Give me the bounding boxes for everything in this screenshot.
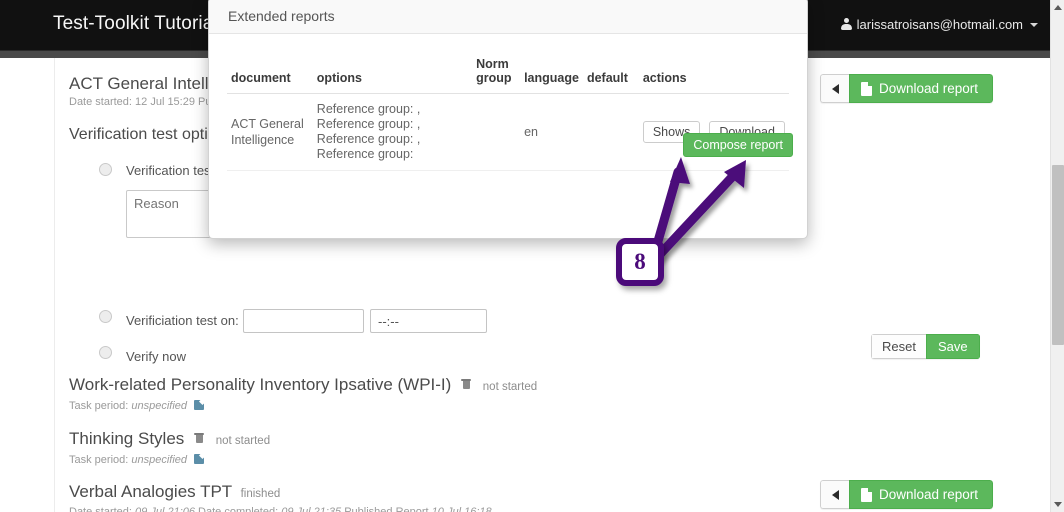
- option-line: Reference group: ,: [316, 117, 421, 131]
- verification-time-input[interactable]: [370, 309, 487, 333]
- form-actions-group[interactable]: Reset Save: [871, 334, 980, 359]
- radio-verify-now[interactable]: [99, 346, 112, 359]
- extended-reports-modal: Extended reports document options Norm g…: [208, 0, 808, 239]
- compose-report-button[interactable]: Compose report: [683, 133, 793, 157]
- test-meta-wpi: Task period: unspecified: [69, 400, 205, 412]
- test-title-wpi: Work-related Personality Inventory Ipsat…: [69, 375, 452, 394]
- column-header-options: options: [312, 52, 473, 94]
- table-header-row: document options Norm group language def…: [227, 52, 789, 94]
- test-row-verbal-analogies: Verbal Analogies TPT finished: [69, 482, 280, 502]
- prev-report-button-top[interactable]: [820, 74, 849, 103]
- test-meta-thinking-styles: Task period: unspecified: [69, 454, 205, 466]
- download-report-label-top: Download report: [879, 81, 979, 96]
- test-status-verbal-analogies: finished: [240, 488, 281, 500]
- chevron-left-icon: [831, 489, 839, 500]
- download-report-group-bottom[interactable]: Download report: [820, 480, 994, 509]
- download-report-group-top[interactable]: Download report: [820, 74, 994, 103]
- chevron-down-icon: [1030, 22, 1038, 27]
- test-meta-verbal-analogies: Date started: 09 Jul 21:06 Date complete…: [69, 506, 492, 512]
- download-report-label-bottom: Download report: [879, 487, 979, 502]
- table-row: ACT General Intelligence Reference group…: [227, 93, 789, 171]
- scrollbar-thumb[interactable]: [1052, 165, 1064, 345]
- trash-icon[interactable]: [194, 431, 205, 443]
- content-left-divider: [54, 58, 55, 512]
- scroll-down-arrow-icon[interactable]: [1054, 502, 1062, 507]
- modal-body: document options Norm group language def…: [209, 34, 807, 171]
- modal-title: Extended reports: [228, 7, 335, 24]
- verification-date-input[interactable]: [243, 309, 364, 333]
- app-root: Test-Toolkit Tutorial larissatroisans@ho…: [0, 0, 1064, 512]
- download-report-button-top[interactable]: Download report: [849, 74, 994, 103]
- option-line: Reference group:: [316, 147, 414, 161]
- cell-actions: Shows Download: [638, 93, 789, 171]
- prev-report-button-bottom[interactable]: [820, 480, 849, 509]
- column-header-actions: actions: [638, 52, 789, 94]
- cell-norm-group: [472, 93, 521, 171]
- chevron-left-icon: [831, 83, 839, 94]
- modal-header: Extended reports: [209, 0, 807, 34]
- current-test-meta: Date started: 12 Jul 15:29 Publ: [69, 96, 221, 108]
- user-menu[interactable]: larissatroisans@hotmail.com: [840, 17, 1038, 32]
- test-title-thinking-styles: Thinking Styles: [69, 429, 185, 448]
- test-row-wpi: Work-related Personality Inventory Ipsat…: [69, 375, 537, 395]
- cell-default: [582, 93, 639, 171]
- test-status-wpi: not started: [482, 381, 538, 393]
- column-header-default: default: [582, 52, 639, 94]
- radio-label-verification-test: Verification test: [126, 163, 215, 178]
- task-period-label-wpi: Task period:: [69, 400, 129, 412]
- cell-document: ACT General Intelligence: [227, 93, 313, 171]
- va-published-label: Published Report: [344, 506, 429, 512]
- radio-verification-test-on[interactable]: [99, 310, 112, 323]
- radio-label-verification-test-on: Verificiation test on:: [126, 313, 239, 328]
- va-published-value: 10 Jul 16:18: [431, 506, 492, 512]
- user-email-label: larissatroisans@hotmail.com: [856, 17, 1023, 32]
- download-report-button-bottom[interactable]: Download report: [849, 480, 994, 509]
- edit-icon[interactable]: [194, 400, 205, 410]
- column-header-language: language: [520, 52, 583, 94]
- app-brand-title: Test-Toolkit Tutorial: [53, 13, 218, 34]
- cell-language: en: [520, 93, 583, 171]
- test-status-thinking-styles: not started: [215, 435, 271, 447]
- task-period-label-ts: Task period:: [69, 454, 129, 466]
- column-header-document: document: [227, 52, 313, 94]
- scroll-up-arrow-icon[interactable]: [1054, 5, 1062, 10]
- radio-label-verify-now: Verify now: [126, 349, 186, 364]
- column-header-norm-group: Norm group: [472, 52, 521, 94]
- edit-icon[interactable]: [194, 454, 205, 464]
- page-scrollbar[interactable]: [1050, 0, 1064, 512]
- option-line: Reference group: ,: [316, 132, 421, 146]
- va-completed-value: 09 Jul 21:35: [281, 506, 342, 512]
- file-icon: [861, 487, 872, 502]
- user-icon: [840, 18, 852, 31]
- va-completed-label: Date completed:: [198, 506, 279, 512]
- reset-button[interactable]: Reset: [871, 334, 926, 359]
- task-period-value-wpi: unspecified: [131, 400, 188, 412]
- task-period-value-ts: unspecified: [131, 454, 188, 466]
- test-title-verbal-analogies: Verbal Analogies TPT: [69, 482, 232, 501]
- save-button[interactable]: Save: [925, 334, 980, 359]
- va-started-label: Date started:: [69, 506, 132, 512]
- cell-options: Reference group: , Reference group: , Re…: [312, 93, 473, 171]
- option-line: Reference group: ,: [316, 102, 421, 116]
- file-icon: [861, 81, 872, 96]
- va-started-value: 09 Jul 21:06: [135, 506, 195, 512]
- trash-icon[interactable]: [461, 377, 472, 389]
- radio-verification-test[interactable]: [99, 163, 112, 176]
- test-row-thinking-styles: Thinking Styles not started: [69, 429, 270, 449]
